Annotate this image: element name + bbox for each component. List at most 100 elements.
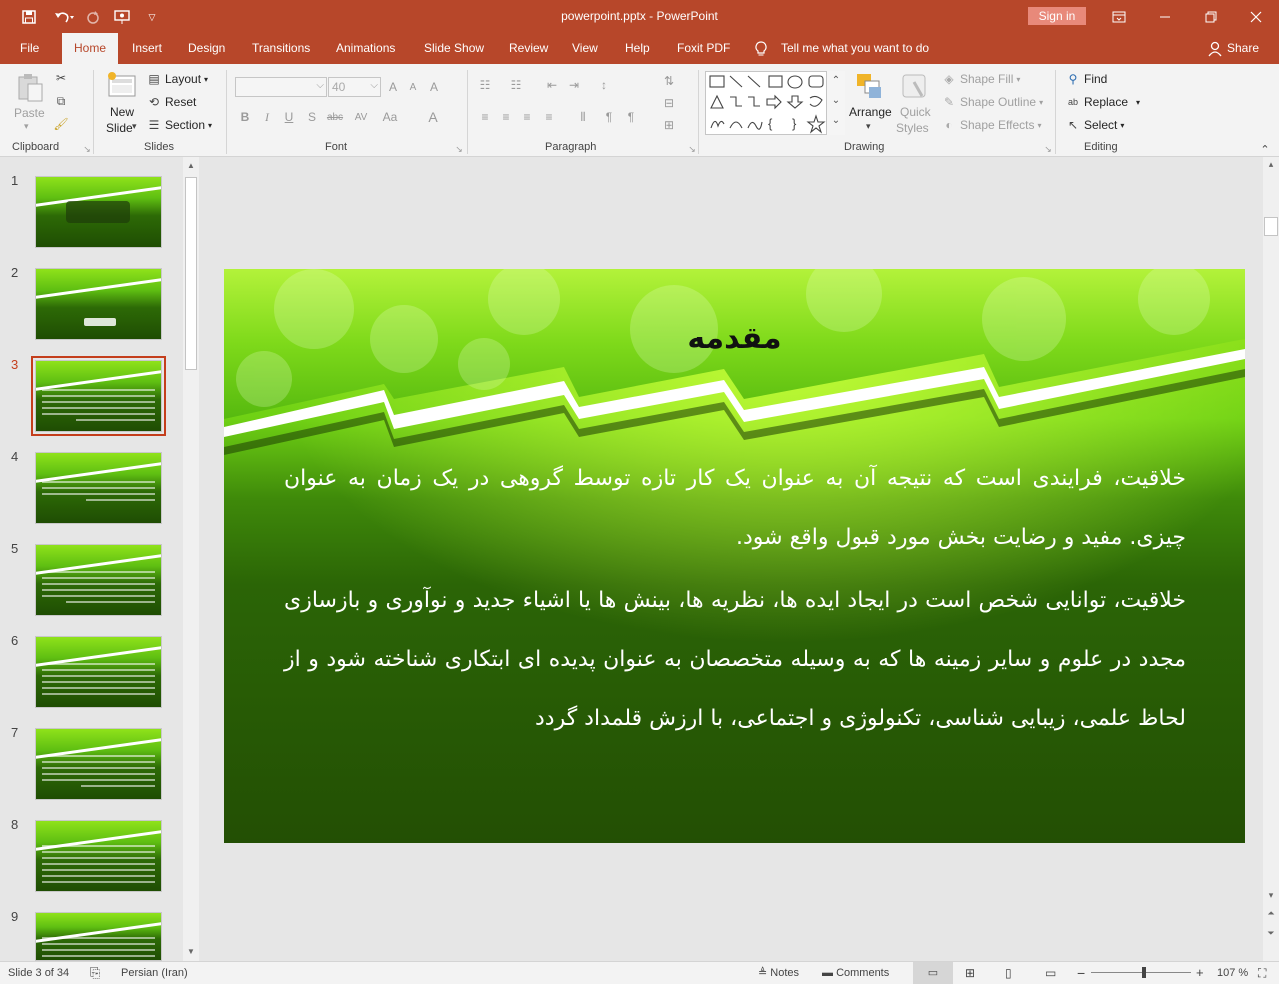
strikethrough-button[interactable]: abc: [324, 108, 346, 126]
thumbnail-scrollbar[interactable]: ▲ ▼: [183, 157, 199, 961]
zoom-slider-track[interactable]: [1091, 972, 1191, 973]
shape-outline-button[interactable]: ✎ Shape Outline ▾: [941, 94, 1043, 110]
section-button[interactable]: ☰ Section ▾: [146, 117, 212, 133]
font-color-button[interactable]: A: [424, 108, 442, 126]
tab-design[interactable]: Design: [179, 33, 234, 64]
layout-button[interactable]: ▤ Layout ▾: [146, 71, 208, 87]
underline-button[interactable]: U: [280, 108, 298, 126]
find-button[interactable]: ⚲ Find: [1065, 71, 1108, 87]
language-indicator[interactable]: Persian (Iran): [121, 962, 188, 984]
slide-canvas[interactable]: مقدمه خلاقیت، فرایندی است که نتیجه آن به…: [224, 269, 1245, 843]
minimize-icon[interactable]: [1142, 0, 1188, 33]
paste-dropdown-icon[interactable]: ▾: [24, 121, 29, 132]
font-size-combo[interactable]: 40 ⌵: [328, 77, 381, 97]
bold-button[interactable]: B: [236, 108, 254, 126]
slide-thumbnail[interactable]: [35, 268, 162, 340]
new-slide-label-1[interactable]: New: [110, 105, 134, 119]
smartart-icon[interactable]: ⊞: [660, 116, 678, 134]
decrease-indent-icon[interactable]: ⇤: [543, 76, 561, 94]
new-slide-icon[interactable]: [106, 70, 138, 102]
sign-in-button[interactable]: Sign in: [1028, 7, 1086, 25]
italic-button[interactable]: I: [258, 108, 276, 126]
save-icon[interactable]: [19, 7, 39, 27]
text-direction-icon[interactable]: ⇅: [660, 72, 678, 90]
quick-styles-icon[interactable]: [900, 72, 930, 102]
align-right-icon[interactable]: ≡: [518, 108, 536, 126]
paste-icon[interactable]: [14, 72, 46, 104]
tab-view[interactable]: View: [563, 33, 607, 64]
slide-thumbnail[interactable]: [35, 912, 162, 961]
customize-icon[interactable]: ▽: [142, 7, 162, 27]
share-button[interactable]: Share: [1218, 33, 1268, 64]
shapes-scroll[interactable]: ⌃ ⌄ ⌄: [826, 71, 845, 135]
restore-icon[interactable]: [1188, 0, 1234, 33]
shape-fill-button[interactable]: ◈ Shape Fill ▾: [941, 71, 1020, 87]
tab-help[interactable]: Help: [616, 33, 659, 64]
tab-insert[interactable]: Insert: [123, 33, 171, 64]
tab-home[interactable]: Home: [62, 33, 118, 64]
redo-icon[interactable]: [83, 7, 103, 27]
scroll-thumb[interactable]: [185, 177, 197, 370]
select-button[interactable]: ↖ Select ▾: [1065, 117, 1124, 133]
increase-indent-icon[interactable]: ⇥: [565, 76, 583, 94]
previous-slide-icon[interactable]: ⏶: [1266, 908, 1276, 922]
increase-font-icon[interactable]: A: [384, 78, 402, 96]
next-slide-icon[interactable]: ⏷: [1266, 928, 1276, 942]
normal-view-icon[interactable]: ▭: [913, 962, 953, 984]
format-painter-icon[interactable]: 🖌: [52, 115, 70, 133]
character-spacing-button[interactable]: AV: [350, 108, 372, 126]
align-left-icon[interactable]: ≡: [476, 108, 494, 126]
slide-show-icon[interactable]: ▭: [1045, 962, 1056, 984]
slide-title[interactable]: مقدمه: [224, 321, 1245, 356]
editor-scrollbar[interactable]: ▴ ▾ ⏶ ⏷: [1263, 157, 1279, 961]
font-launcher-icon[interactable]: ↘: [450, 140, 468, 158]
undo-icon[interactable]: [50, 7, 78, 27]
line-spacing-icon[interactable]: ↕: [595, 76, 613, 94]
slide-thumbnail[interactable]: [35, 636, 162, 708]
zoom-level[interactable]: 107 %: [1217, 962, 1248, 984]
cut-icon[interactable]: ✂: [52, 69, 70, 87]
scroll-up-icon[interactable]: ▴: [1266, 159, 1276, 169]
tell-me-search[interactable]: Tell me what you want to do: [772, 33, 938, 64]
tab-slide-show[interactable]: Slide Show: [415, 33, 493, 64]
ribbon-display-icon[interactable]: [1096, 0, 1142, 33]
reset-button[interactable]: ⟲ Reset: [146, 94, 196, 110]
scroll-down-icon[interactable]: ▾: [1266, 890, 1276, 900]
new-slide-label-2[interactable]: Slide: [106, 121, 133, 135]
slide-thumbnail[interactable]: [35, 544, 162, 616]
align-text-icon[interactable]: ⊟: [660, 94, 678, 112]
zoom-in-icon[interactable]: +: [1196, 962, 1204, 984]
ltr-icon[interactable]: ¶: [600, 108, 618, 126]
numbering-icon[interactable]: ☷: [507, 76, 525, 94]
reading-view-icon[interactable]: ▯: [1005, 962, 1012, 984]
shadow-button[interactable]: S: [303, 108, 321, 126]
clear-formatting-icon[interactable]: A: [425, 78, 443, 96]
collapse-ribbon-icon[interactable]: ⌃: [1256, 140, 1274, 158]
change-case-button[interactable]: Aa: [379, 108, 401, 126]
zoom-slider-thumb[interactable]: [1142, 967, 1146, 978]
paste-button[interactable]: Paste: [14, 106, 45, 120]
fit-slide-icon[interactable]: ⛶: [1258, 962, 1266, 984]
slide-thumbnail[interactable]: [35, 452, 162, 524]
tab-file[interactable]: File: [11, 33, 48, 64]
justify-icon[interactable]: ≡: [540, 108, 558, 126]
quick-styles-label-2[interactable]: Styles: [896, 121, 929, 135]
slide-sorter-icon[interactable]: ⊞: [965, 962, 975, 984]
tab-animations[interactable]: Animations: [327, 33, 404, 64]
scroll-up-icon[interactable]: ▲: [184, 161, 198, 171]
replace-button[interactable]: ab Replace ▾: [1065, 94, 1140, 110]
decrease-font-icon[interactable]: A: [404, 78, 422, 96]
tab-foxit-pdf[interactable]: Foxit PDF: [668, 33, 739, 64]
bullets-icon[interactable]: ☷: [476, 76, 494, 94]
copy-icon[interactable]: ⧉: [52, 92, 70, 110]
slide-thumbnail[interactable]: [35, 176, 162, 248]
new-slide-dropdown-icon[interactable]: ▾: [132, 121, 137, 132]
tab-transitions[interactable]: Transitions: [243, 33, 319, 64]
columns-icon[interactable]: ⫴: [574, 108, 592, 126]
shape-effects-button[interactable]: ◐ Shape Effects ▾: [941, 117, 1041, 133]
slide-thumbnail-selected[interactable]: [31, 356, 166, 436]
close-icon[interactable]: [1233, 0, 1279, 33]
scroll-down-icon[interactable]: ▼: [184, 947, 198, 957]
font-name-combo[interactable]: ⌵: [235, 77, 327, 97]
arrange-button[interactable]: Arrange: [849, 105, 892, 119]
